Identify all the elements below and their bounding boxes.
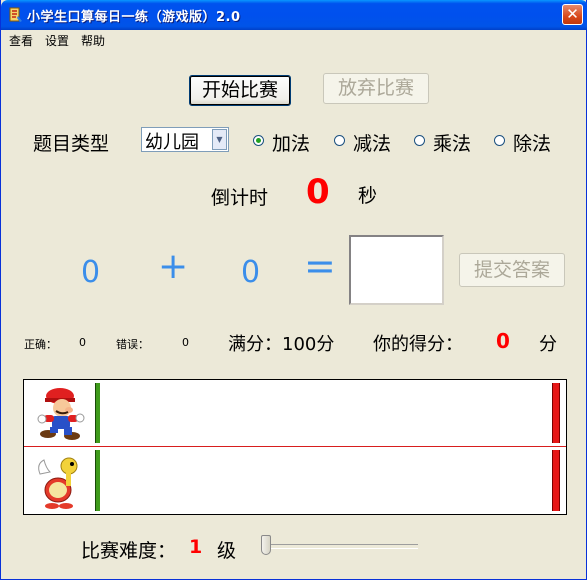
your-score-label: 你的得分： <box>373 334 463 355</box>
your-score-unit: 分 <box>539 334 557 355</box>
full-score-label: 满分：100分 <box>228 334 335 355</box>
app-window: 小学生口算每日一练（游戏版）2.0 ✕ 查看 设置 帮助 开始比赛 放弃比赛 题… <box>0 0 587 580</box>
wrong-label: 错误： <box>116 338 149 351</box>
operator: + <box>158 246 189 287</box>
chevron-down-icon[interactable]: ▼ <box>212 129 227 150</box>
menu-bar: 查看 设置 帮助 <box>1 30 586 49</box>
close-button[interactable]: ✕ <box>562 4 583 25</box>
radio-multiply[interactable] <box>414 135 425 146</box>
menu-settings[interactable]: 设置 <box>45 32 69 49</box>
countdown-value: 0 <box>306 172 330 212</box>
difficulty-value: 1 <box>189 536 203 558</box>
radio-divide[interactable] <box>494 135 505 146</box>
operand-left: 0 <box>81 255 101 290</box>
app-icon <box>9 7 22 22</box>
wrong-count: 0 <box>182 336 189 349</box>
radio-add-label[interactable]: 加法 <box>272 129 310 156</box>
radio-multiply-label[interactable]: 乘法 <box>433 129 471 156</box>
title-bar[interactable]: 小学生口算每日一练（游戏版）2.0 ✕ <box>1 0 587 30</box>
lane-divider <box>24 446 566 447</box>
start-button[interactable]: 开始比赛 <box>189 75 291 106</box>
give-up-button[interactable]: 放弃比赛 <box>323 73 429 104</box>
radio-divide-label[interactable]: 除法 <box>513 129 551 156</box>
radio-add[interactable] <box>253 135 264 146</box>
submit-answer-button[interactable]: 提交答案 <box>459 253 565 287</box>
koopa-paratroopa-icon <box>38 457 78 509</box>
countdown-unit: 秒 <box>358 185 378 207</box>
countdown-label: 倒计时 <box>211 187 269 209</box>
radio-subtract-label[interactable]: 减法 <box>353 129 391 156</box>
correct-label: 正确： <box>24 338 57 351</box>
opponent-finish-line <box>552 450 560 511</box>
difficulty-slider-thumb[interactable] <box>261 535 271 555</box>
your-score-value: 0 <box>496 329 510 353</box>
menu-help[interactable]: 帮助 <box>81 32 105 49</box>
radio-checked-dot <box>256 138 261 143</box>
player-finish-line <box>552 383 560 443</box>
answer-input[interactable] <box>349 235 444 305</box>
player-start-line <box>95 383 100 443</box>
difficulty-slider-track[interactable] <box>263 544 418 549</box>
race-track <box>23 379 567 515</box>
difficulty-unit: 级 <box>217 540 237 562</box>
operand-right: 0 <box>241 255 261 290</box>
radio-subtract[interactable] <box>334 135 345 146</box>
menu-view[interactable]: 查看 <box>9 32 33 49</box>
question-type-label: 题目类型 <box>33 133 110 155</box>
window-title: 小学生口算每日一练（游戏版）2.0 <box>27 10 241 25</box>
equals-sign: = <box>304 244 336 288</box>
mario-icon <box>37 388 85 440</box>
difficulty-label: 比赛难度： <box>81 540 177 562</box>
grade-select-value: 幼儿园 <box>145 132 199 153</box>
close-icon: ✕ <box>566 5 579 23</box>
grade-select[interactable]: 幼儿园 ▼ <box>141 127 229 153</box>
correct-count: 0 <box>79 336 86 349</box>
opponent-start-line <box>95 450 100 511</box>
